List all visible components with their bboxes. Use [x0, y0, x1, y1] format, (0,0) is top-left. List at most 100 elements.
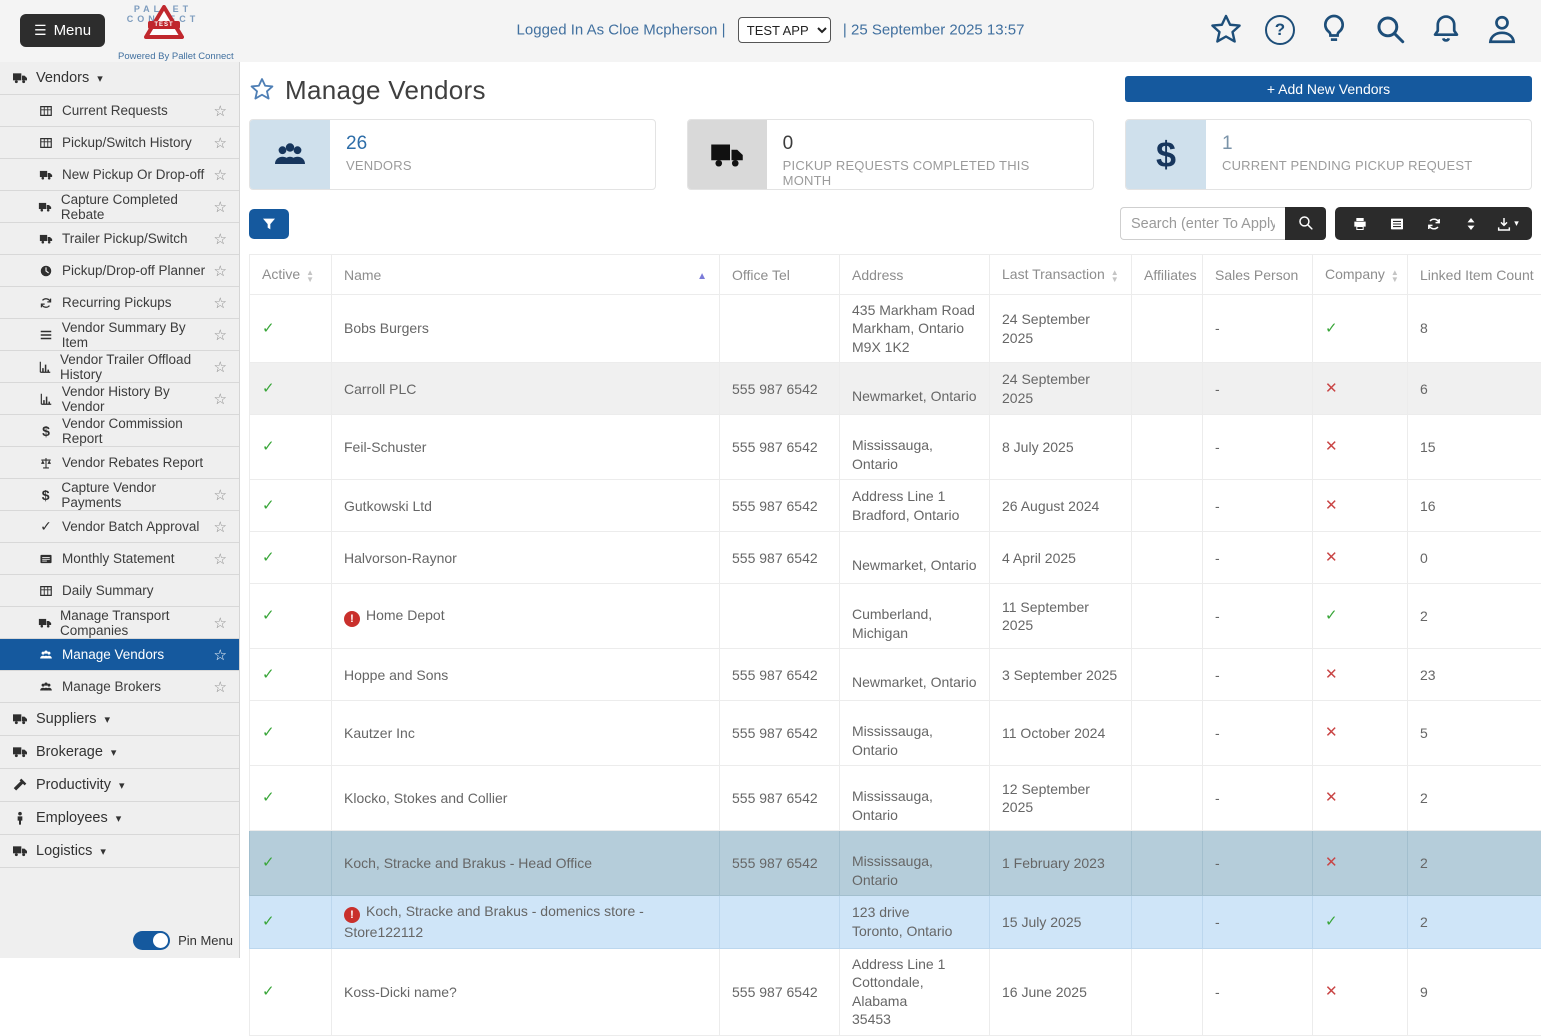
sidebar-item-vendor-rebates-report[interactable]: Vendor Rebates Report — [0, 447, 239, 479]
list-button[interactable] — [1378, 207, 1415, 240]
sidebar-item-trailer-pickup-switch[interactable]: Trailer Pickup/Switch☆ — [0, 223, 239, 255]
table-row-koch-stracke-and-brakus-head-office[interactable]: ✓Koch, Stracke and Brakus - Head Office5… — [250, 831, 1541, 896]
pin-menu-toggle[interactable] — [133, 931, 170, 950]
favorite-star-icon[interactable]: ☆ — [214, 358, 227, 376]
sidebar-group-brokerage[interactable]: Brokerage▾ — [0, 736, 239, 769]
page-favorite-star-icon[interactable] — [249, 75, 275, 106]
sidebar-item-capture-vendor-payments[interactable]: $Capture Vendor Payments☆ — [0, 479, 239, 511]
table-search-button[interactable] — [1285, 207, 1326, 240]
notifications-bell-icon[interactable] — [1429, 12, 1463, 46]
favorite-star-icon[interactable]: ☆ — [214, 518, 227, 536]
user-profile-icon[interactable] — [1485, 12, 1519, 46]
sidebar-group-productivity[interactable]: Productivity▾ — [0, 769, 239, 802]
help-icon[interactable]: ? — [1265, 15, 1295, 45]
sidebar-group-suppliers[interactable]: Suppliers▾ — [0, 703, 239, 736]
lightbulb-icon[interactable] — [1317, 12, 1351, 46]
search-icon[interactable] — [1373, 12, 1407, 46]
cell-office-tel: 555 987 6542 — [720, 948, 840, 1035]
cell-address: Address Line 1Cottondale, Alabama35453 — [840, 948, 990, 1035]
favorite-star-icon[interactable]: ☆ — [214, 102, 227, 120]
sidebar-item-vendor-batch-approval[interactable]: ✓Vendor Batch Approval☆ — [0, 511, 239, 543]
table-row-koch-stracke-and-brakus-domenics-store-store122112[interactable]: ✓!Koch, Stracke and Brakus - domenics st… — [250, 896, 1541, 949]
person-icon — [12, 810, 28, 826]
table-row-home-depot[interactable]: ✓!Home DepotCumberland, Michigan11 Septe… — [250, 584, 1541, 649]
favorite-star-icon[interactable]: ☆ — [214, 678, 227, 696]
active-check-icon: ✓ — [262, 666, 275, 683]
cell-affiliates — [1132, 532, 1203, 584]
powered-by-text: Powered By Pallet Connect — [118, 51, 208, 62]
cell-affiliates — [1132, 649, 1203, 701]
sidebar-item-new-pickup-or-drop-off[interactable]: New Pickup Or Drop-off☆ — [0, 159, 239, 191]
pin-menu-label: Pin Menu — [178, 933, 233, 948]
sidebar-item-capture-completed-rebate[interactable]: Capture Completed Rebate☆ — [0, 191, 239, 223]
chevron-down-icon: ▾ — [100, 845, 106, 858]
active-check-icon: ✓ — [262, 983, 275, 1000]
cell-office-tel — [720, 295, 840, 363]
filter-button[interactable] — [249, 209, 289, 239]
favorite-star-icon[interactable]: ☆ — [214, 166, 227, 184]
add-new-vendors-button[interactable]: + Add New Vendors — [1125, 76, 1532, 102]
favorite-star-icon[interactable]: ☆ — [214, 390, 227, 408]
company-x-icon: ✕ — [1325, 380, 1338, 397]
table-row-kautzer-inc[interactable]: ✓Kautzer Inc555 987 6542Mississauga, Ont… — [250, 701, 1541, 766]
cell-office-tel: 555 987 6542 — [720, 415, 840, 480]
favorite-star-icon[interactable]: ☆ — [214, 294, 227, 312]
sidebar-item-current-requests[interactable]: Current Requests☆ — [0, 95, 239, 127]
favorite-star-icon[interactable]: ☆ — [214, 614, 227, 632]
col-header-last-transaction[interactable]: Last Transaction▲▼ — [990, 255, 1132, 295]
sortud-button[interactable] — [1452, 207, 1489, 240]
sidebar-group-employees[interactable]: Employees▾ — [0, 802, 239, 835]
sidebar-item-manage-transport-companies[interactable]: Manage Transport Companies☆ — [0, 607, 239, 639]
sidebar-item-daily-summary[interactable]: Daily Summary — [0, 575, 239, 607]
favorite-star-icon[interactable]: ☆ — [214, 198, 227, 216]
sidebar-item-vendor-trailer-offload-history[interactable]: Vendor Trailer Offload History☆ — [0, 351, 239, 383]
sidebar-item-pickup-drop-off-planner[interactable]: Pickup/Drop-off Planner☆ — [0, 255, 239, 287]
printer-button[interactable] — [1341, 207, 1378, 240]
table-search-input[interactable] — [1120, 207, 1285, 240]
cell-address: 123 driveToronto, Ontario — [840, 896, 990, 949]
favorite-star-icon[interactable]: ☆ — [214, 486, 227, 504]
cell-last-transaction: 12 September 2025 — [990, 766, 1132, 831]
sidebar-group-vendors[interactable]: Vendors▾ — [0, 62, 239, 95]
truck-icon — [38, 616, 52, 630]
favorite-star-icon[interactable]: ☆ — [214, 230, 227, 248]
app-environment-select[interactable]: TEST APP — [738, 17, 831, 43]
favorite-star-icon[interactable]: ☆ — [214, 550, 227, 568]
favorites-star-icon[interactable] — [1209, 12, 1243, 46]
table-row-gutkowski-ltd[interactable]: ✓Gutkowski Ltd555 987 6542Address Line 1… — [250, 480, 1541, 532]
sidebar-item-vendor-summary-by-item[interactable]: Vendor Summary By Item☆ — [0, 319, 239, 351]
sidebar-item-recurring-pickups[interactable]: Recurring Pickups☆ — [0, 287, 239, 319]
alert-icon: ! — [344, 611, 360, 627]
dollar-icon: $ — [1126, 120, 1206, 189]
col-header-name[interactable]: Name▲ — [332, 255, 720, 295]
cell-company: ✕ — [1313, 701, 1408, 766]
sidebar-item-manage-vendors[interactable]: Manage Vendors☆ — [0, 639, 239, 671]
sidebar-item-vendor-history-by-vendor[interactable]: Vendor History By Vendor☆ — [0, 383, 239, 415]
table-row-klocko-stokes-and-collier[interactable]: ✓Klocko, Stokes and Collier555 987 6542M… — [250, 766, 1541, 831]
col-header-active[interactable]: Active▲▼ — [250, 255, 332, 295]
cell-active: ✓ — [250, 363, 332, 415]
table-row-bobs-burgers[interactable]: ✓Bobs Burgers435 Markham RoadMarkham, On… — [250, 295, 1541, 363]
sidebar-item-pickup-switch-history[interactable]: Pickup/Switch History☆ — [0, 127, 239, 159]
table-row-koss-dicki-name[interactable]: ✓Koss-Dicki name?555 987 6542Address Lin… — [250, 948, 1541, 1035]
stat-label: CURRENT PENDING PICKUP REQUEST — [1222, 158, 1472, 173]
active-check-icon: ✓ — [262, 854, 275, 871]
table-row-hoppe-and-sons[interactable]: ✓Hoppe and Sons555 987 6542Newmarket, On… — [250, 649, 1541, 701]
cell-active: ✓ — [250, 415, 332, 480]
table-row-halvorson-raynor[interactable]: ✓Halvorson-Raynor555 987 6542Newmarket, … — [250, 532, 1541, 584]
favorite-star-icon[interactable]: ☆ — [214, 134, 227, 152]
sidebar-item-manage-brokers[interactable]: Manage Brokers☆ — [0, 671, 239, 703]
refresh-button[interactable] — [1415, 207, 1452, 240]
favorite-star-icon[interactable]: ☆ — [214, 262, 227, 280]
table-row-carroll-plc[interactable]: ✓Carroll PLC555 987 6542Newmarket, Ontar… — [250, 363, 1541, 415]
cell-office-tel: 555 987 6542 — [720, 701, 840, 766]
sidebar-group-logistics[interactable]: Logistics▾ — [0, 835, 239, 868]
col-header-company[interactable]: Company▲▼ — [1313, 255, 1408, 295]
table-row-feil-schuster[interactable]: ✓Feil-Schuster555 987 6542Mississauga, O… — [250, 415, 1541, 480]
active-check-icon: ✓ — [262, 380, 275, 397]
sidebar-item-monthly-statement[interactable]: Monthly Statement☆ — [0, 543, 239, 575]
favorite-star-icon[interactable]: ☆ — [214, 326, 227, 344]
sidebar-item-vendor-commission-report[interactable]: $Vendor Commission Report — [0, 415, 239, 447]
favorite-star-icon[interactable]: ☆ — [214, 646, 227, 664]
download-button[interactable]: ▾ — [1489, 207, 1526, 240]
